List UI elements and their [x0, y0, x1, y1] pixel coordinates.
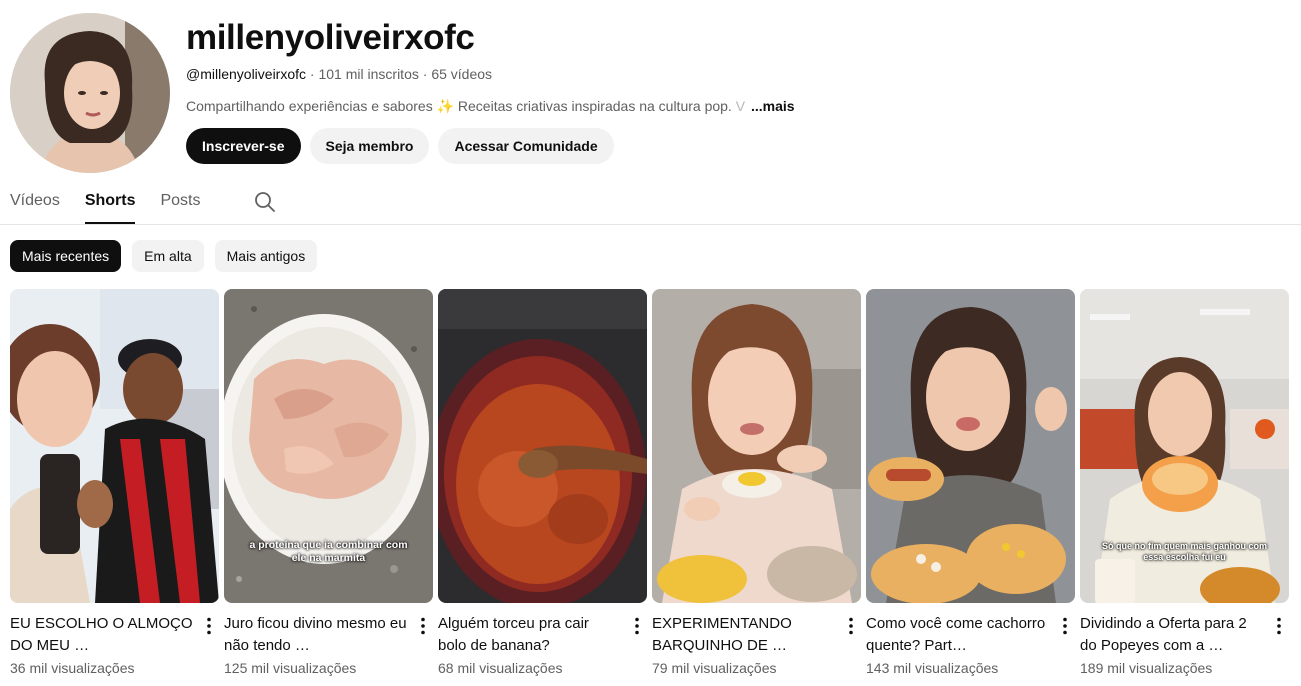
description-fade: V	[735, 98, 746, 114]
short-thumbnail[interactable]: a proteína que ia combinar com ele na ma…	[224, 289, 433, 603]
short-views: 36 mil visualizações	[10, 660, 135, 676]
more-vert-icon[interactable]	[199, 613, 219, 676]
short-title[interactable]: Como você come cachorro quente? Part…	[866, 613, 1049, 657]
short-card[interactable]: Só que no fim quem mais ganhou com essa …	[1080, 289, 1289, 676]
join-membership-button[interactable]: Seja membro	[309, 128, 430, 164]
short-title[interactable]: Juro ficou divino mesmo eu não tendo …	[224, 613, 407, 657]
short-card[interactable]: EXPERIMENTANDO BARQUINHO DE … 79 mil vis…	[652, 289, 861, 676]
meta-separator: ·	[422, 66, 428, 82]
short-title[interactable]: EXPERIMENTANDO BARQUINHO DE …	[652, 613, 835, 657]
channel-meta: @millenyoliveirxofc · 101 mil inscritos …	[186, 66, 492, 82]
more-vert-icon[interactable]	[413, 613, 433, 676]
subscribe-button[interactable]: Inscrever-se	[186, 128, 301, 164]
description-text: Compartilhando experiências e sabores ✨ …	[186, 98, 732, 114]
short-thumbnail[interactable]	[652, 289, 861, 603]
more-vert-icon[interactable]	[627, 613, 647, 676]
short-card[interactable]: a proteína que ia combinar com ele na ma…	[224, 289, 433, 676]
tab-posts[interactable]: Posts	[160, 184, 200, 224]
short-caption: a proteína que ia combinar com ele na ma…	[249, 539, 408, 564]
search-icon[interactable]	[253, 184, 277, 219]
shorts-grid: EU ESCOLHO O ALMOÇO DO MEU … 36 mil visu…	[10, 289, 1289, 676]
short-thumbnail[interactable]: Só que no fim quem mais ganhou com essa …	[1080, 289, 1289, 603]
short-thumbnail[interactable]	[866, 289, 1075, 603]
short-views: 189 mil visualizações	[1080, 660, 1213, 676]
channel-tabs: Vídeos Shorts Posts	[10, 184, 277, 224]
short-views: 143 mil visualizações	[866, 660, 999, 676]
short-card[interactable]: Como você come cachorro quente? Part… 14…	[866, 289, 1075, 676]
more-vert-icon[interactable]	[841, 613, 861, 676]
channel-actions: Inscrever-se Seja membro Acessar Comunid…	[186, 128, 614, 164]
chip-most-recent[interactable]: Mais recentes	[10, 240, 122, 272]
tab-shorts[interactable]: Shorts	[84, 184, 136, 224]
short-title[interactable]: Alguém torceu pra cair bolo de banana?	[438, 613, 621, 657]
channel-description[interactable]: Compartilhando experiências e sabores ✨ …	[186, 98, 795, 115]
channel-avatar	[10, 13, 170, 173]
short-caption: Só que no fim quem mais ganhou com essa …	[1101, 541, 1267, 562]
short-title[interactable]: Dividindo a Oferta para 2 do Popeyes com…	[1080, 613, 1263, 657]
short-title[interactable]: EU ESCOLHO O ALMOÇO DO MEU …	[10, 613, 193, 657]
video-count: 65 vídeos	[431, 66, 493, 82]
tab-videos[interactable]: Vídeos	[10, 184, 60, 224]
short-views: 68 mil visualizações	[438, 660, 563, 676]
channel-name: millenyoliveirxofc	[186, 18, 475, 57]
short-views: 79 mil visualizações	[652, 660, 777, 676]
short-thumbnail[interactable]	[438, 289, 647, 603]
community-button[interactable]: Acessar Comunidade	[438, 128, 614, 164]
channel-handle: @millenyoliveirxofc	[186, 66, 307, 82]
chip-oldest[interactable]: Mais antigos	[214, 240, 318, 272]
subscriber-count: 101 mil inscritos	[318, 66, 419, 82]
tabs-divider	[0, 224, 1301, 225]
more-vert-icon[interactable]	[1269, 613, 1289, 676]
meta-separator: ·	[309, 66, 315, 82]
more-vert-icon[interactable]	[1055, 613, 1075, 676]
chip-trending[interactable]: Em alta	[132, 240, 204, 272]
more-link[interactable]: ...mais	[751, 98, 795, 114]
short-views: 125 mil visualizações	[224, 660, 357, 676]
short-thumbnail[interactable]	[10, 289, 219, 603]
sort-chips: Mais recentes Em alta Mais antigos	[10, 240, 318, 272]
short-card[interactable]: Alguém torceu pra cair bolo de banana? 6…	[438, 289, 647, 676]
short-card[interactable]: EU ESCOLHO O ALMOÇO DO MEU … 36 mil visu…	[10, 289, 219, 676]
